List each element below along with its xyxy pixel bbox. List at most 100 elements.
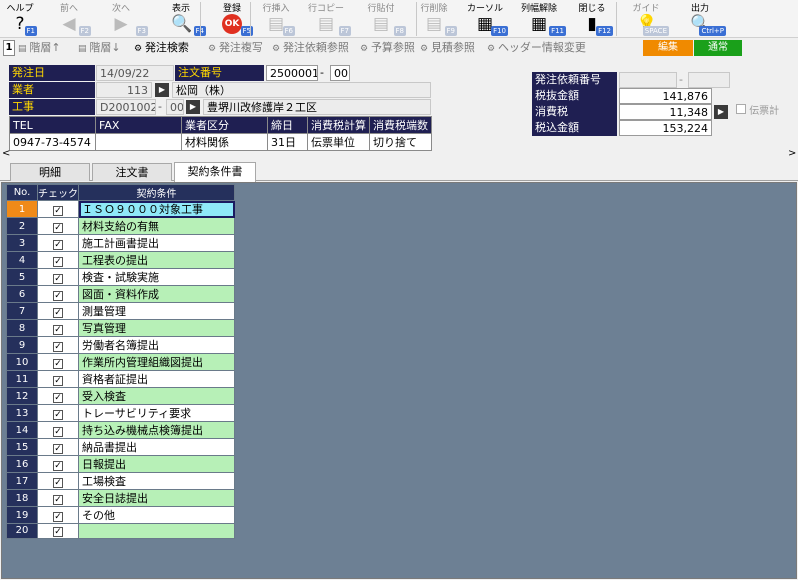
- row-check-cell[interactable]: ✓: [37, 387, 79, 405]
- row-check-cell[interactable]: ✓: [37, 455, 79, 473]
- row-condition-text[interactable]: ＩＳＯ９０００対象工事: [78, 200, 235, 218]
- row-checkbox[interactable]: ✓: [53, 341, 63, 352]
- row-check-cell[interactable]: ✓: [37, 200, 79, 218]
- project-lookup-button[interactable]: ▶: [186, 100, 200, 114]
- row-check-cell[interactable]: ✓: [37, 523, 79, 539]
- row-checkbox[interactable]: ✓: [53, 324, 63, 335]
- close-button[interactable]: 閉じる ▮ F12: [570, 0, 614, 38]
- table-row[interactable]: 18 ✓ 安全日誌提出: [6, 489, 235, 507]
- table-row[interactable]: 19 ✓ その他: [6, 506, 235, 524]
- row-check-cell[interactable]: ✓: [37, 489, 79, 507]
- register-button[interactable]: 登録 OK F5: [210, 0, 254, 38]
- row-check-cell[interactable]: ✓: [37, 438, 79, 456]
- mode-edit-button[interactable]: 編集: [643, 40, 693, 56]
- tab-contract-terms[interactable]: 契約条件書: [174, 162, 256, 182]
- request-no-sub-field[interactable]: [688, 72, 730, 88]
- table-row[interactable]: 10 ✓ 作業所内管理組織図提出: [6, 353, 235, 371]
- row-checkbox[interactable]: ✓: [53, 205, 63, 216]
- row-check-cell[interactable]: ✓: [37, 404, 79, 422]
- row-checkbox[interactable]: ✓: [53, 426, 63, 437]
- row-checkbox[interactable]: ✓: [53, 443, 63, 454]
- table-row[interactable]: 9 ✓ 労働者名簿提出: [6, 336, 235, 354]
- mode-normal-button[interactable]: 通常: [694, 40, 742, 56]
- cursor-button[interactable]: カーソル ▦ F10: [461, 0, 509, 38]
- scroll-left-arrow[interactable]: <: [2, 148, 10, 159]
- table-row[interactable]: 4 ✓ 工程表の提出: [6, 251, 235, 269]
- row-condition-text[interactable]: 資格者証提出: [78, 370, 235, 388]
- project-code-field[interactable]: D2001002: [96, 99, 156, 115]
- row-check-cell[interactable]: ✓: [37, 472, 79, 490]
- row-condition-text[interactable]: 図面・資料作成: [78, 285, 235, 303]
- level-up-button[interactable]: ▤ 階層↑: [18, 40, 61, 56]
- row-check-cell[interactable]: ✓: [37, 217, 79, 235]
- row-condition-text[interactable]: 労働者名簿提出: [78, 336, 235, 354]
- row-check-cell[interactable]: ✓: [37, 285, 79, 303]
- row-checkbox[interactable]: ✓: [53, 358, 63, 369]
- table-row[interactable]: 13 ✓ トレーサビリティ要求: [6, 404, 235, 422]
- reset-col-width-button[interactable]: 列幅解除 ▦ F11: [511, 0, 567, 38]
- row-condition-text[interactable]: 安全日誌提出: [78, 489, 235, 507]
- budget-ref-button[interactable]: ⚙ 予算参照: [360, 40, 415, 56]
- row-checkbox[interactable]: ✓: [53, 392, 63, 403]
- header-scrollbar[interactable]: < >: [0, 148, 798, 160]
- row-condition-text[interactable]: 材料支給の有無: [78, 217, 235, 235]
- table-row[interactable]: 1 ✓ ＩＳＯ９０００対象工事: [6, 200, 235, 218]
- row-check-cell[interactable]: ✓: [37, 353, 79, 371]
- table-row[interactable]: 12 ✓ 受入検査: [6, 387, 235, 405]
- table-row[interactable]: 20 ✓: [6, 523, 235, 539]
- order-search-button[interactable]: ⚙ 発注検索: [134, 40, 189, 56]
- row-check-cell[interactable]: ✓: [37, 370, 79, 388]
- scroll-right-arrow[interactable]: >: [788, 148, 796, 159]
- table-row[interactable]: 6 ✓ 図面・資料作成: [6, 285, 235, 303]
- row-condition-text[interactable]: 日報提出: [78, 455, 235, 473]
- row-checkbox[interactable]: ✓: [53, 222, 63, 233]
- row-condition-text[interactable]: 施工計画書提出: [78, 234, 235, 252]
- row-condition-text[interactable]: トレーサビリティ要求: [78, 404, 235, 422]
- row-checkbox[interactable]: ✓: [53, 273, 63, 284]
- doc-tax-checkbox[interactable]: 伝票計: [736, 104, 779, 120]
- table-row[interactable]: 11 ✓ 資格者証提出: [6, 370, 235, 388]
- paste-row-button[interactable]: 行貼付 ▤ F8: [355, 0, 407, 38]
- request-no-field[interactable]: [619, 72, 677, 88]
- row-check-cell[interactable]: ✓: [37, 268, 79, 286]
- row-check-cell[interactable]: ✓: [37, 302, 79, 320]
- output-button[interactable]: 出力 🔍 Ctrl+P: [673, 0, 727, 38]
- row-condition-text[interactable]: 受入検査: [78, 387, 235, 405]
- delete-row-button[interactable]: 行削除 ▤ F9: [410, 0, 458, 38]
- row-check-cell[interactable]: ✓: [37, 421, 79, 439]
- project-sub-field[interactable]: 00: [166, 99, 184, 115]
- table-row[interactable]: 15 ✓ 納品書提出: [6, 438, 235, 456]
- next-button[interactable]: 次へ ▶ F3: [93, 0, 149, 38]
- vendor-code-field[interactable]: 113: [96, 82, 152, 98]
- order-date-field[interactable]: 14/09/22: [96, 65, 174, 81]
- row-condition-text[interactable]: 工場検査: [78, 472, 235, 490]
- row-condition-text[interactable]: 検査・試験実施: [78, 268, 235, 286]
- order-copy-button[interactable]: ⚙ 発注複写: [208, 40, 263, 56]
- row-check-cell[interactable]: ✓: [37, 251, 79, 269]
- vendor-lookup-button[interactable]: ▶: [155, 83, 169, 97]
- row-check-cell[interactable]: ✓: [37, 234, 79, 252]
- row-checkbox[interactable]: ✓: [53, 375, 63, 386]
- row-check-cell[interactable]: ✓: [37, 319, 79, 337]
- row-condition-text[interactable]: 測量管理: [78, 302, 235, 320]
- estimate-ref-button[interactable]: ⚙ 見積参照: [420, 40, 475, 56]
- row-condition-text[interactable]: 作業所内管理組織図提出: [78, 353, 235, 371]
- row-checkbox[interactable]: ✓: [53, 527, 63, 538]
- help-button[interactable]: ヘルプ? F1: [2, 0, 38, 38]
- table-row[interactable]: 7 ✓ 測量管理: [6, 302, 235, 320]
- order-request-ref-button[interactable]: ⚙ 発注依頼参照: [272, 40, 349, 56]
- row-checkbox[interactable]: ✓: [53, 460, 63, 471]
- prev-button[interactable]: 前へ ◀ F2: [46, 0, 92, 38]
- header-info-change-button[interactable]: ⚙ ヘッダー情報変更: [487, 40, 586, 56]
- row-checkbox[interactable]: ✓: [53, 307, 63, 318]
- row-checkbox[interactable]: ✓: [53, 256, 63, 267]
- row-checkbox[interactable]: ✓: [53, 290, 63, 301]
- table-row[interactable]: 3 ✓ 施工計画書提出: [6, 234, 235, 252]
- row-checkbox[interactable]: ✓: [53, 494, 63, 505]
- level-down-button[interactable]: ▤ 階層↓: [78, 40, 121, 56]
- tab-detail[interactable]: 明細: [10, 163, 90, 181]
- row-checkbox[interactable]: ✓: [53, 409, 63, 420]
- table-row[interactable]: 17 ✓ 工場検査: [6, 472, 235, 490]
- tab-order-sheet[interactable]: 注文書: [92, 163, 172, 181]
- row-check-cell[interactable]: ✓: [37, 336, 79, 354]
